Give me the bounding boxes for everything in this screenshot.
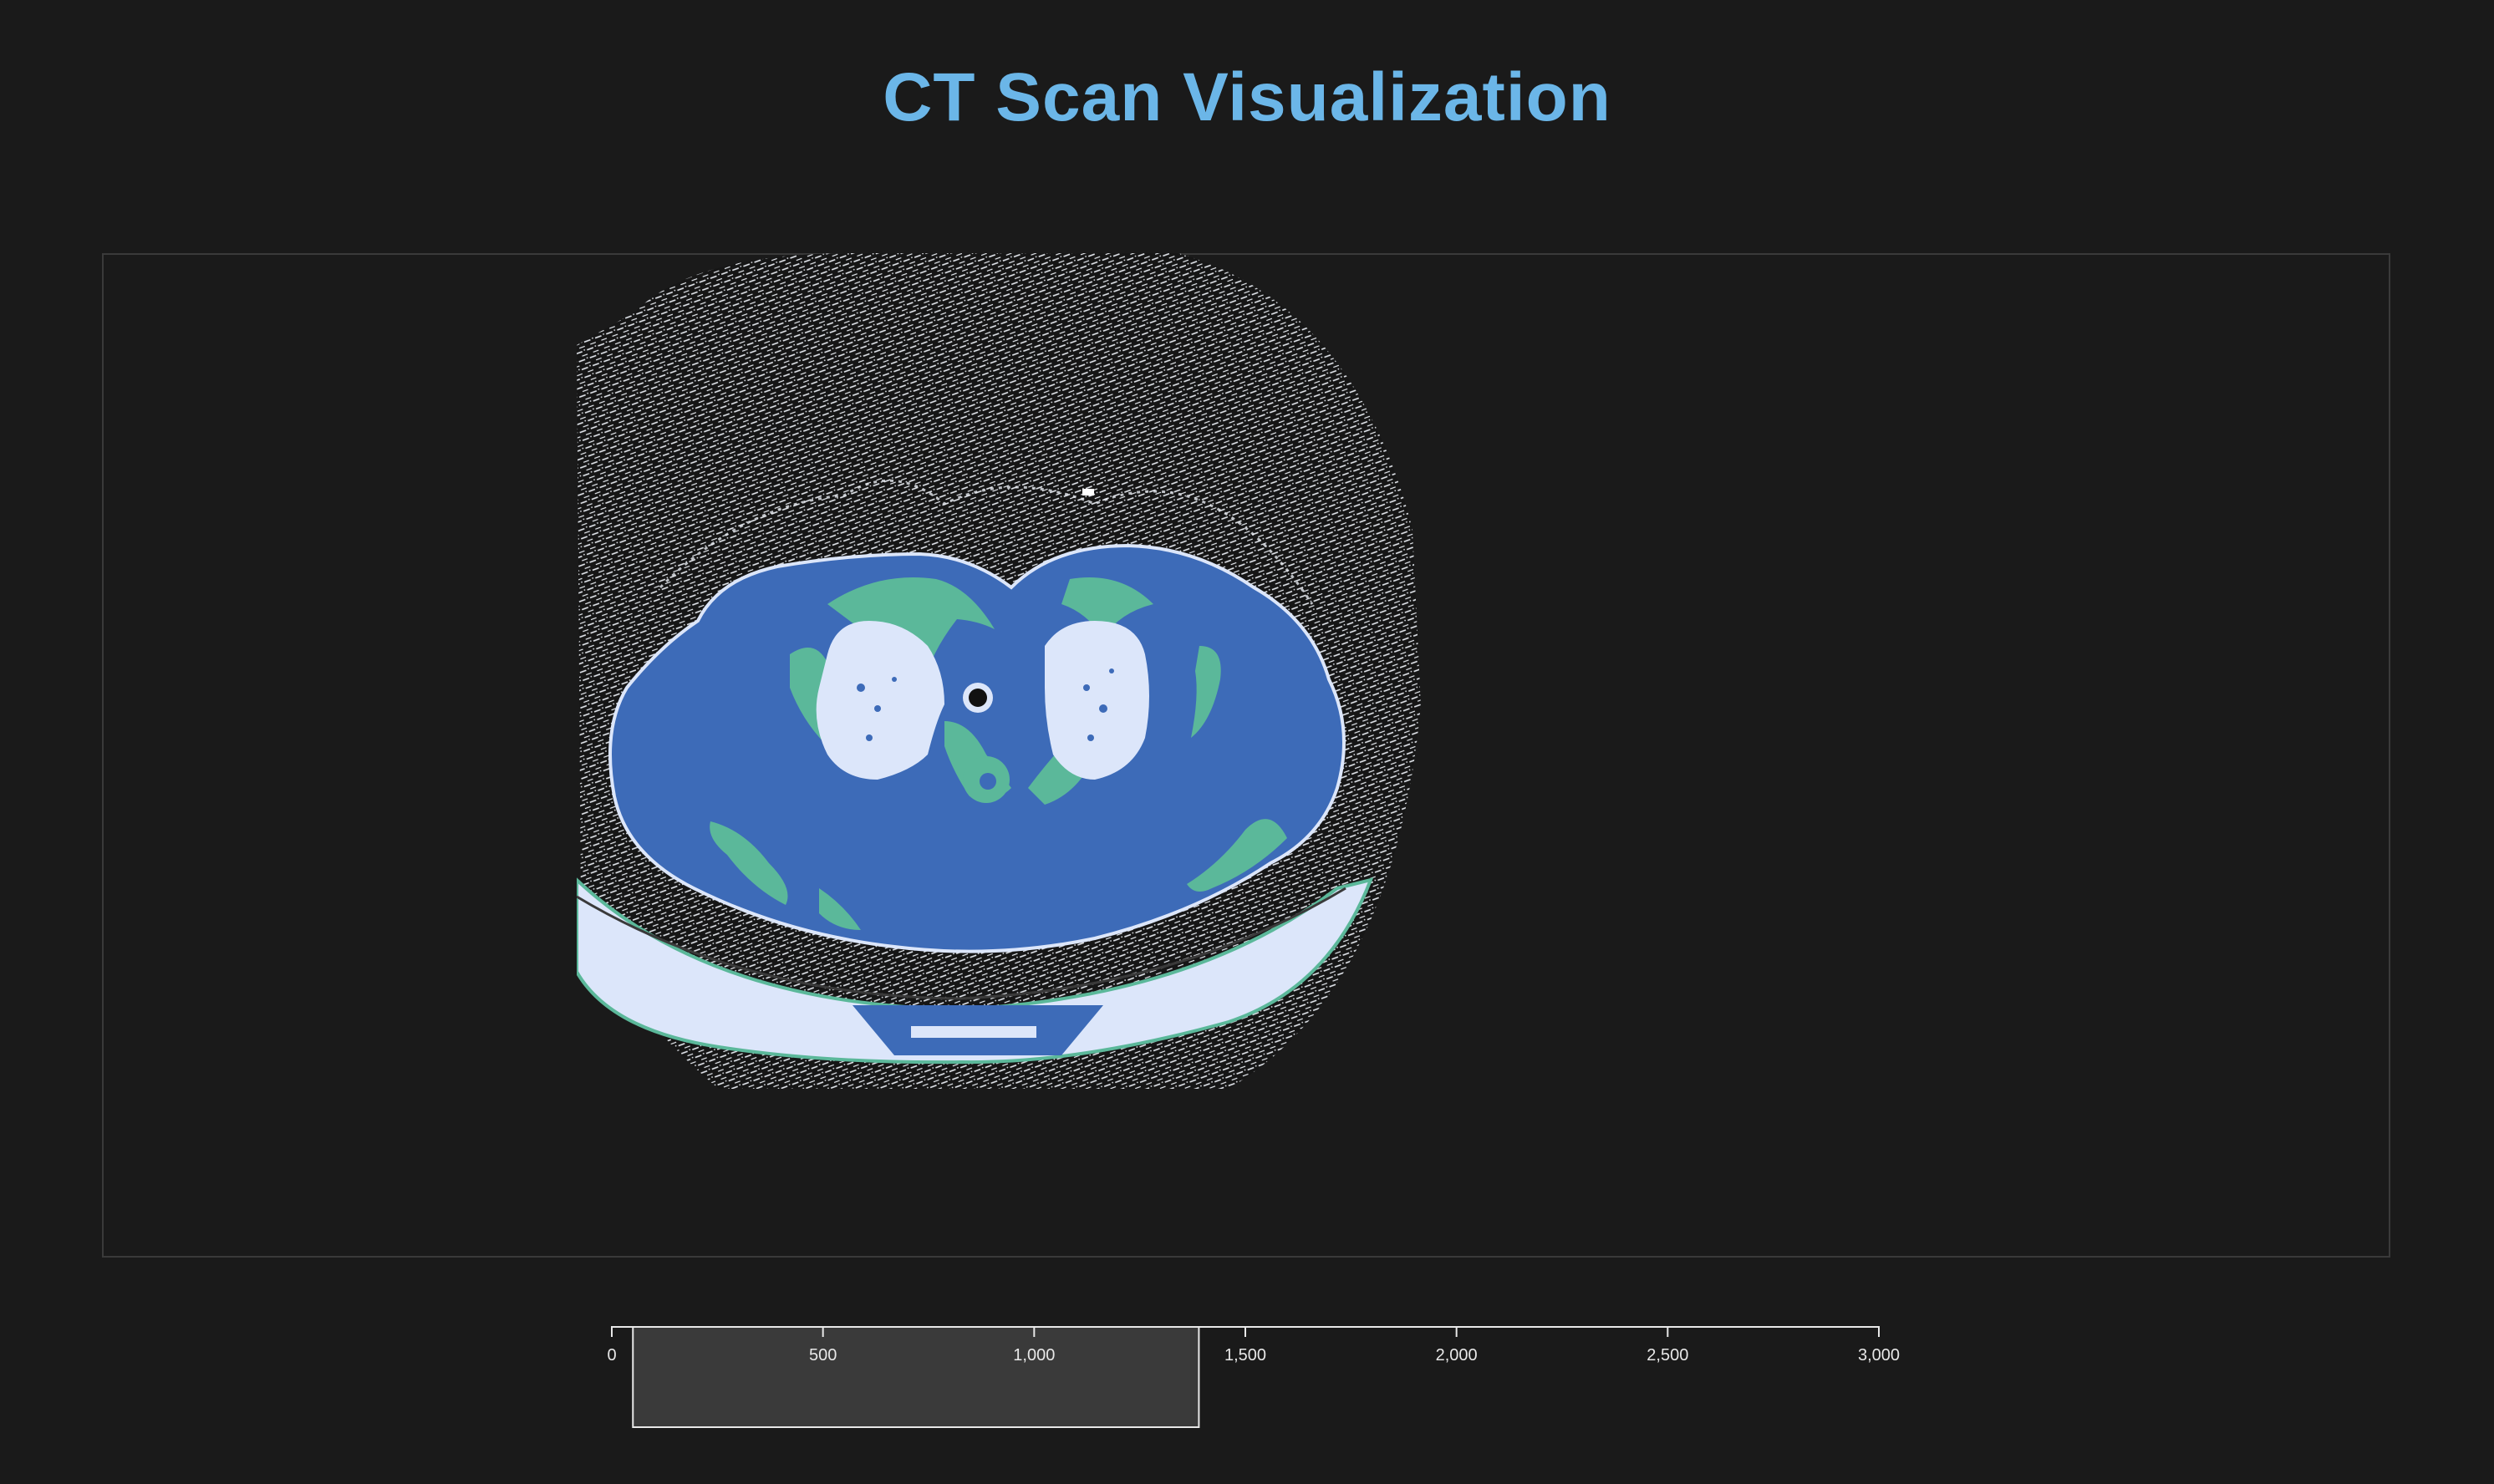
scale-tick-label: 3,000	[1858, 1346, 1900, 1365]
spinal-canal	[980, 773, 996, 790]
page: CT Scan Visualization 0 500 1,000 1,500 …	[0, 0, 2494, 1484]
scale-tick-label: 2,000	[1436, 1346, 1478, 1365]
page-title: CT Scan Visualization	[883, 59, 1611, 135]
trachea	[963, 683, 993, 713]
scale-tick-label: 2,500	[1647, 1346, 1688, 1365]
ct-scan-image[interactable]	[577, 253, 1438, 1093]
scale-tick-label: 0	[607, 1346, 616, 1365]
scale-tick-label: 500	[809, 1346, 837, 1365]
scale-tick-label: 1,000	[1013, 1346, 1055, 1365]
scale-brush-selection[interactable]	[632, 1326, 1200, 1428]
intensity-scale[interactable]: 0 500 1,000 1,500 2,000 2,500 3,000	[0, 1312, 2494, 1437]
scale-tick-label: 1,500	[1224, 1346, 1266, 1365]
